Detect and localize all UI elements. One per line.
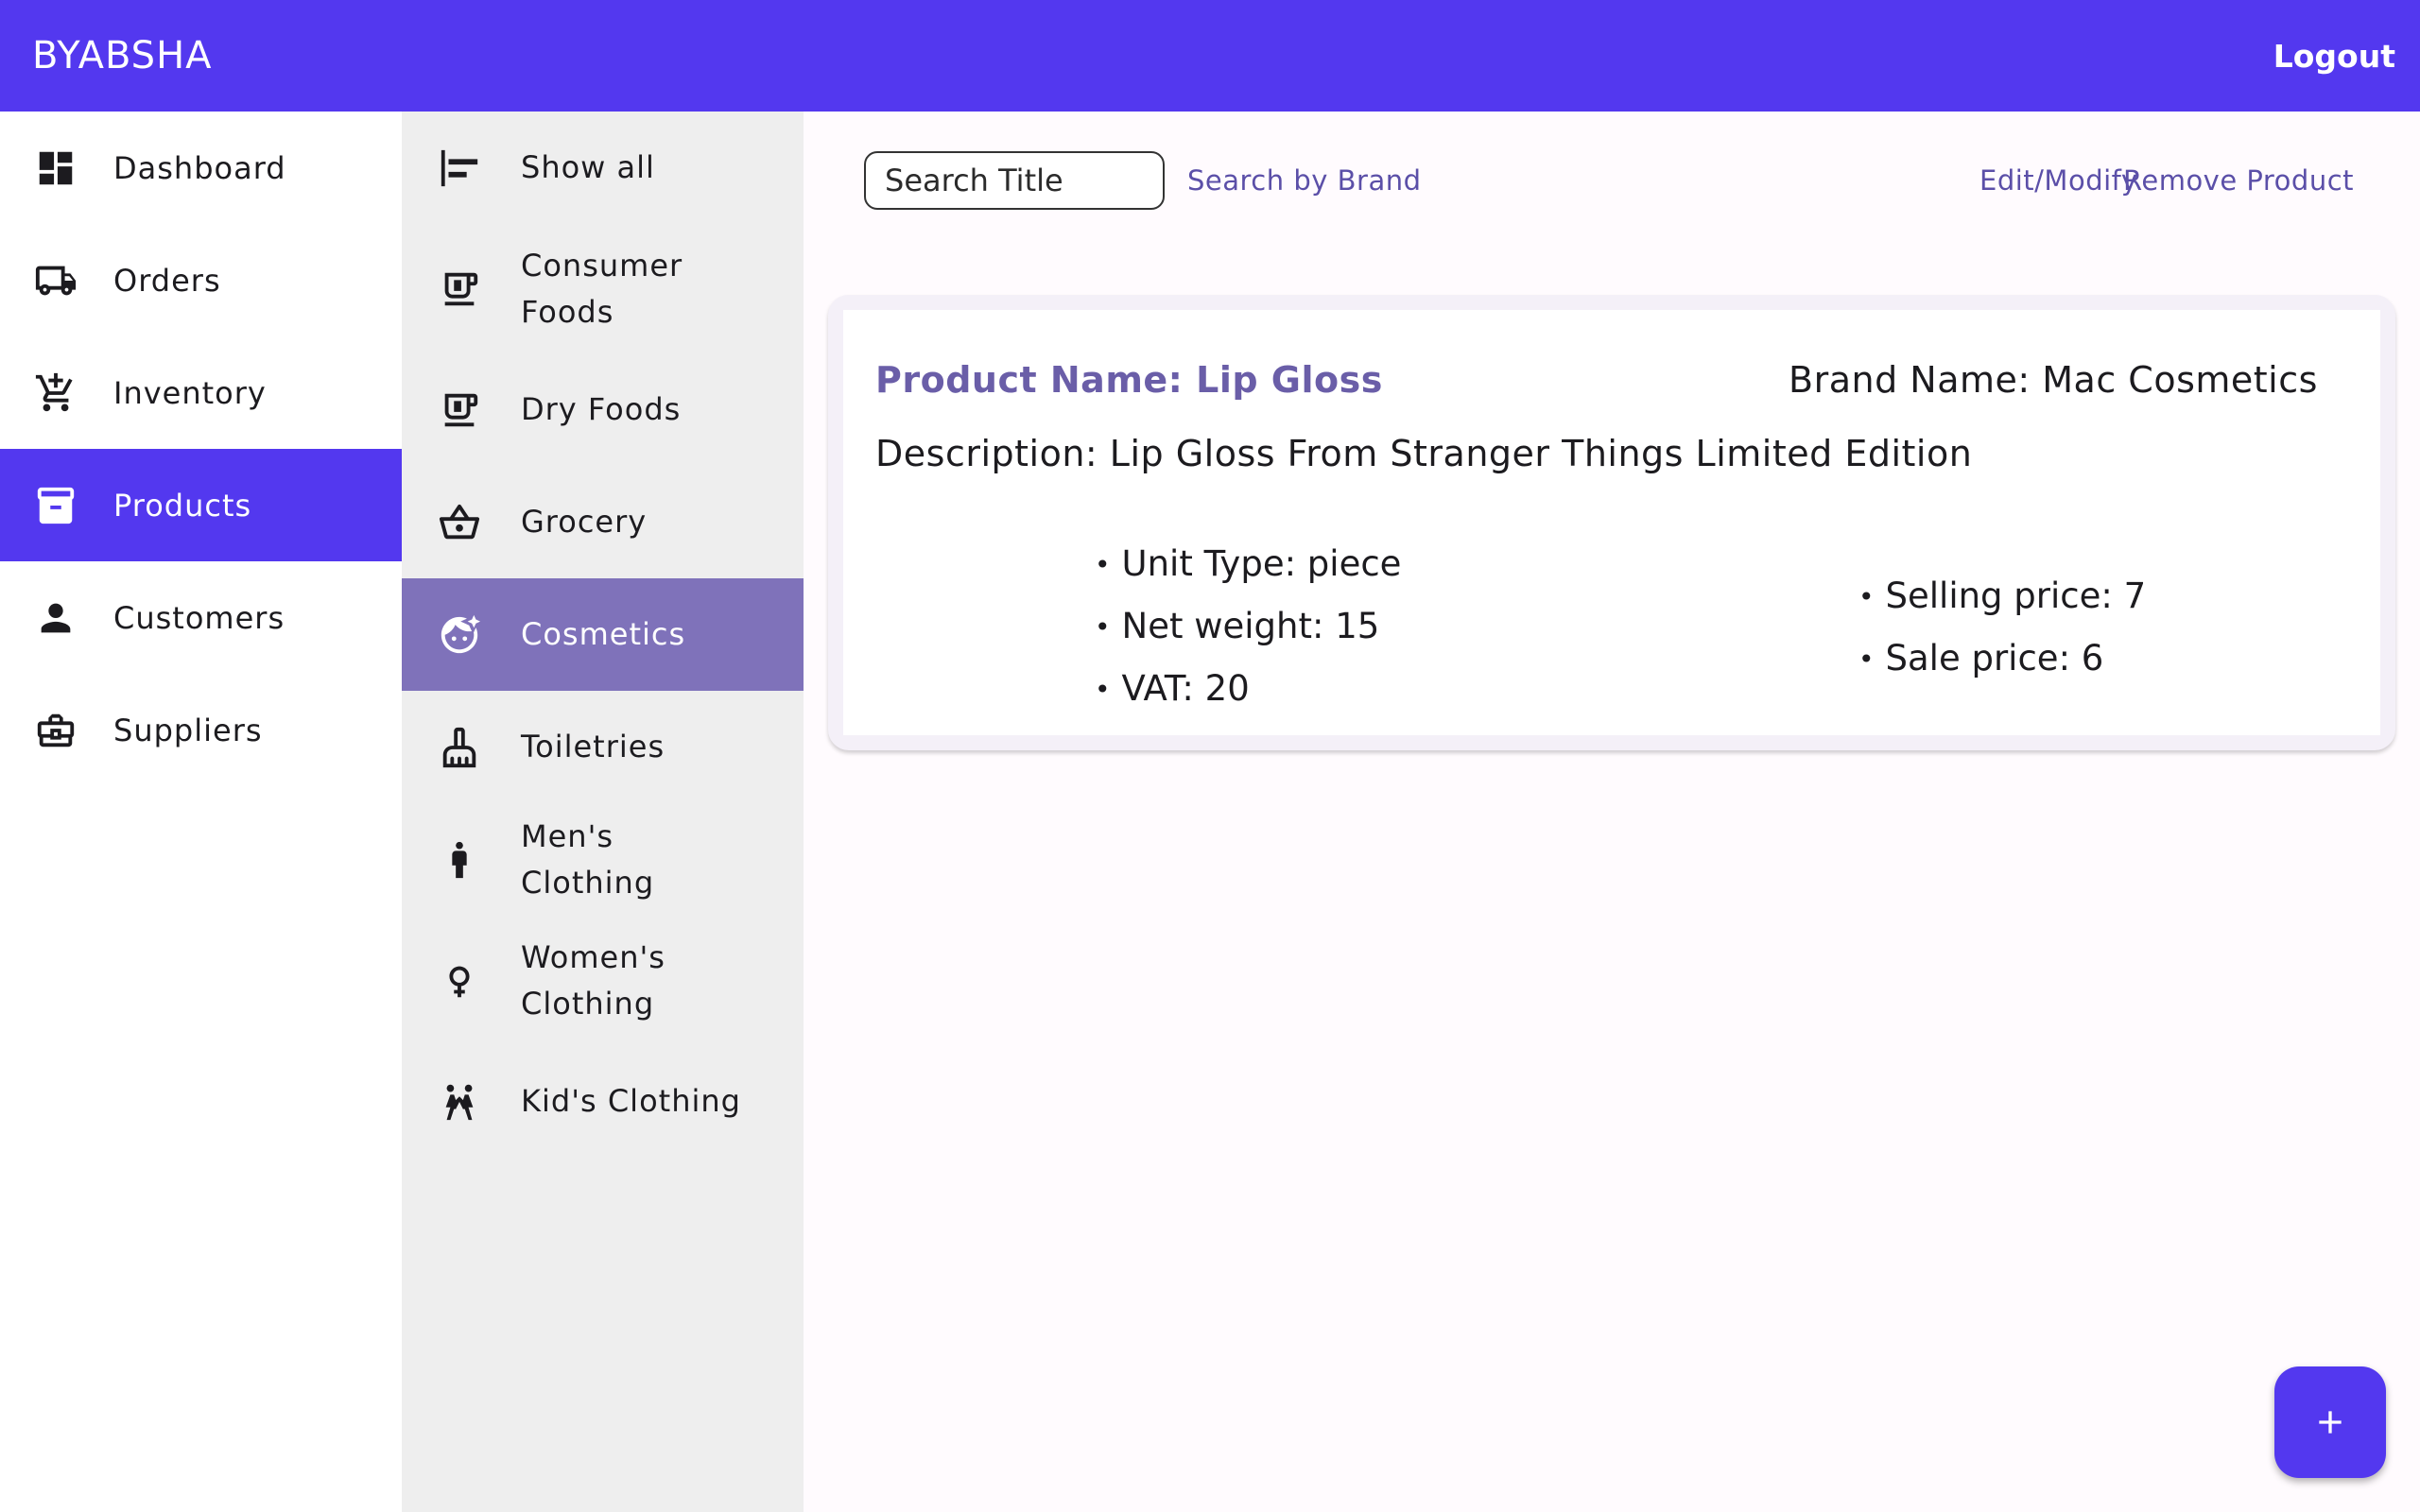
edit-modify-button[interactable]: Edit/Modify — [1979, 164, 2138, 197]
nav-item-products[interactable]: Products — [0, 449, 402, 561]
align-left-icon — [438, 146, 481, 190]
product-prices-list: Selling price: 7 Sale price: 6 — [1858, 565, 2147, 690]
coffee-maker-icon — [438, 388, 481, 432]
category-label: Show all — [521, 149, 655, 185]
category-label: Men's Clothing — [521, 817, 655, 901]
nav-item-label: Orders — [113, 262, 221, 299]
logout-button[interactable]: Logout — [2273, 38, 2395, 75]
product-description: Description: Lip Gloss From Stranger Thi… — [875, 433, 1973, 474]
plus-icon — [2311, 1403, 2349, 1441]
remove-product-button[interactable]: Remove Product — [2123, 164, 2354, 197]
primary-sidebar: Dashboard Orders Inventory Products Cust… — [0, 112, 402, 1512]
brand-name: Brand Name: Mac Cosmetics — [1789, 359, 2318, 401]
category-label: Dry Foods — [521, 391, 682, 427]
nav-item-orders[interactable]: Orders — [0, 224, 402, 336]
cleaning-brush-icon — [438, 726, 481, 769]
nav-item-label: Suppliers — [113, 712, 263, 748]
briefcase-icon — [34, 709, 78, 752]
net-weight: Net weight: 15 — [1095, 595, 1401, 658]
kids-icon — [438, 1080, 481, 1124]
product-card-content: Product Name: Lip Gloss Brand Name: Mac … — [843, 310, 2380, 735]
product-toolbar: Search by Brand Edit/Modify Remove Produ… — [864, 151, 2395, 212]
nav-item-label: Customers — [113, 599, 285, 636]
nav-item-inventory[interactable]: Inventory — [0, 336, 402, 449]
basket-icon — [438, 501, 481, 544]
category-item-consumer-foods[interactable]: Consumer Foods — [402, 224, 804, 353]
selling-price: Selling price: 7 — [1858, 565, 2147, 627]
category-label: Consumer Foods — [521, 247, 683, 330]
nav-item-label: Products — [113, 487, 252, 524]
coffee-maker-icon — [438, 267, 481, 311]
person-icon — [34, 596, 78, 640]
man-icon — [438, 838, 481, 882]
product-specs-list: Unit Type: piece Net weight: 15 VAT: 20 — [1095, 533, 1402, 720]
category-item-dry-foods[interactable]: Dry Foods — [402, 353, 804, 466]
category-label: Kid's Clothing — [521, 1083, 741, 1119]
category-item-show-all[interactable]: Show all — [402, 112, 804, 224]
category-item-toiletries[interactable]: Toiletries — [402, 691, 804, 803]
category-item-kids-clothing[interactable]: Kid's Clothing — [402, 1045, 804, 1158]
nav-item-suppliers[interactable]: Suppliers — [0, 674, 402, 786]
category-label: Grocery — [521, 504, 648, 540]
category-label: Cosmetics — [521, 616, 686, 652]
unit-type: Unit Type: piece — [1095, 533, 1402, 595]
nav-item-label: Dashboard — [113, 149, 286, 186]
cart-icon — [34, 371, 78, 415]
product-name: Product Name: Lip Gloss — [875, 359, 1383, 401]
search-by-brand-button[interactable]: Search by Brand — [1187, 164, 1422, 197]
face-retouching-icon — [438, 613, 481, 657]
category-item-womens-clothing[interactable]: Women's Clothing — [402, 916, 804, 1045]
category-item-mens-clothing[interactable]: Men's Clothing — [402, 803, 804, 916]
female-icon — [438, 959, 481, 1003]
nav-item-dashboard[interactable]: Dashboard — [0, 112, 402, 224]
truck-icon — [34, 259, 78, 302]
category-sidebar: Show all Consumer Foods Dry Foods Grocer… — [402, 112, 804, 1512]
add-product-button[interactable] — [2274, 1366, 2386, 1478]
nav-item-customers[interactable]: Customers — [0, 561, 402, 674]
nav-item-label: Inventory — [113, 374, 267, 411]
app-brand: BYABSHA — [32, 34, 213, 77]
product-card: Product Name: Lip Gloss Brand Name: Mac … — [828, 295, 2395, 750]
category-item-grocery[interactable]: Grocery — [402, 466, 804, 578]
archive-icon — [34, 484, 78, 527]
top-app-bar: BYABSHA Logout — [0, 0, 2420, 112]
search-title-input[interactable] — [864, 151, 1165, 210]
vat: VAT: 20 — [1095, 658, 1401, 720]
category-label: Women's Clothing — [521, 938, 666, 1022]
dashboard-icon — [34, 146, 78, 190]
category-item-cosmetics[interactable]: Cosmetics — [402, 578, 804, 691]
sale-price: Sale price: 6 — [1858, 627, 2146, 690]
main-content: Search by Brand Edit/Modify Remove Produ… — [804, 112, 2420, 1512]
category-label: Toiletries — [521, 729, 666, 765]
